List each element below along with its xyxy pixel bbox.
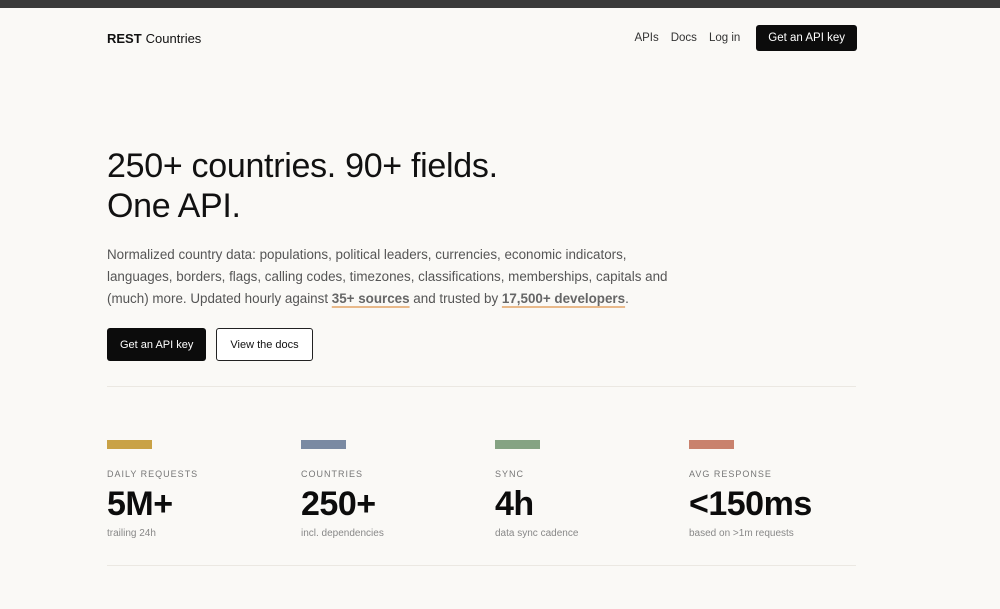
- view-docs-button[interactable]: View the docs: [216, 328, 313, 361]
- stat-value: <150ms: [689, 485, 812, 523]
- hero-section: 250+ countries. 90+ fields. One API. Nor…: [107, 146, 747, 310]
- hero-headline-line1: 250+ countries. 90+ fields.: [107, 147, 498, 185]
- stat-value: 5M+: [107, 485, 173, 523]
- hero-desc-end: .: [625, 291, 629, 306]
- stat-label: AVG RESPONSE: [689, 469, 772, 479]
- stat-daily-requests: DAILY REQUESTS 5M+ trailing 24h: [107, 440, 301, 539]
- developers-highlight: 17,500+ developers: [501, 291, 626, 306]
- stat-swatch: [107, 440, 152, 449]
- divider-bottom: [107, 565, 856, 566]
- brand-bold: REST: [107, 30, 142, 46]
- hero-description: Normalized country data: populations, po…: [107, 244, 687, 310]
- brand-logo[interactable]: REST Countries: [107, 31, 201, 46]
- nav-link-login[interactable]: Log in: [709, 32, 740, 44]
- stat-label: SYNC: [495, 469, 525, 479]
- stat-sync: SYNC 4h data sync cadence: [495, 440, 689, 539]
- stat-value: 4h: [495, 485, 534, 523]
- hero-desc-mid: and trusted by: [409, 291, 502, 306]
- nav-link-apis[interactable]: APIs: [634, 32, 658, 44]
- stat-avg-response: AVG RESPONSE <150ms based on >1m request…: [689, 440, 883, 539]
- stats-row: DAILY REQUESTS 5M+ trailing 24h COUNTRIE…: [107, 440, 887, 539]
- stat-countries: COUNTRIES 250+ incl. dependencies: [301, 440, 495, 539]
- sources-highlight: 35+ sources: [331, 291, 410, 306]
- nav-links: APIs Docs Log in Get an API key: [622, 25, 857, 51]
- stat-sub: trailing 24h: [107, 528, 156, 539]
- get-api-key-button[interactable]: Get an API key: [107, 328, 207, 361]
- stat-swatch: [301, 440, 346, 449]
- hero-headline: 250+ countries. 90+ fields. One API.: [107, 146, 747, 226]
- window-top-bar: [0, 0, 1000, 8]
- hero-buttons: Get an API key View the docs: [107, 328, 313, 361]
- stat-value: 250+: [301, 485, 376, 523]
- brand-light: Countries: [145, 30, 202, 46]
- nav-get-api-key-button[interactable]: Get an API key: [756, 25, 857, 51]
- stat-swatch: [495, 440, 540, 449]
- divider-top: [107, 386, 856, 387]
- stat-sub: incl. dependencies: [301, 528, 384, 539]
- hero-headline-line2: One API.: [107, 187, 241, 225]
- nav-link-docs[interactable]: Docs: [671, 32, 697, 44]
- stat-sub: based on >1m requests: [689, 528, 794, 539]
- stat-sub: data sync cadence: [495, 528, 579, 539]
- top-navigation: REST Countries APIs Docs Log in Get an AP…: [107, 25, 857, 51]
- stat-label: DAILY REQUESTS: [107, 469, 199, 479]
- stat-label: COUNTRIES: [301, 469, 364, 479]
- stat-swatch: [689, 440, 734, 449]
